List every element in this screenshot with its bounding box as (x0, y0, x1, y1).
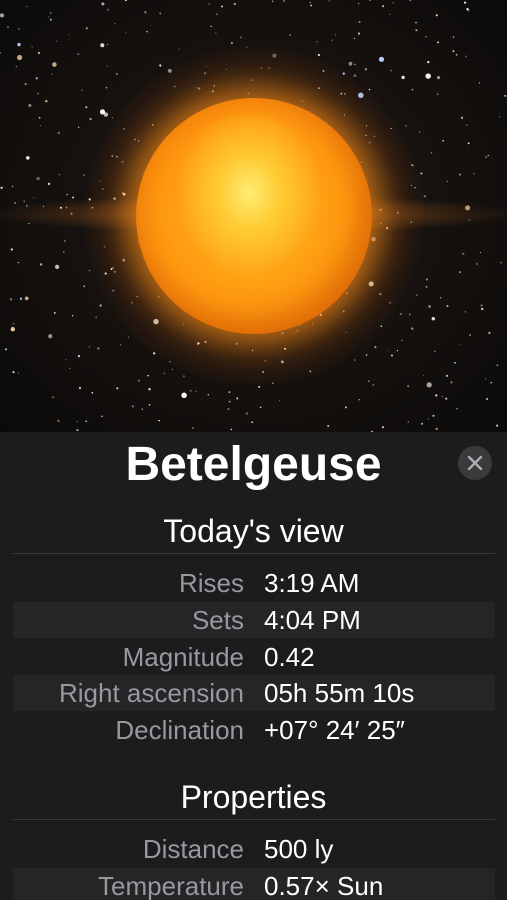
info-row-magnitude: Magnitude 0.42 (13, 639, 495, 675)
info-row-rises: Rises 3:19 AM (13, 565, 495, 601)
info-row-declination: Declination +07° 24′ 25″ (13, 712, 495, 748)
star-image (0, 0, 507, 432)
properties-heading: Properties (180, 779, 327, 815)
row-label: Temperature (98, 871, 244, 900)
row-label: Rises (178, 568, 244, 598)
info-row-right-ascension: Right ascension 05h 55m 10s (13, 675, 495, 711)
close-button[interactable] (458, 446, 492, 480)
star-sphere (136, 98, 372, 334)
star-detail-screen: Betelgeuse Today's view Rises 3:19 AM Se… (0, 0, 507, 900)
row-label: Declination (115, 715, 244, 745)
row-value: 05h 55m 10s (264, 678, 415, 708)
row-label: Distance (142, 834, 244, 864)
info-row-distance: Distance 500 ly (13, 831, 495, 867)
row-value: 3:19 AM (264, 568, 360, 598)
todays-view-heading: Today's view (163, 513, 344, 549)
row-label: Magnitude (122, 642, 244, 672)
info-row-temperature: Temperature 0.57× Sun (13, 868, 495, 900)
star-name-title: Betelgeuse (125, 438, 382, 491)
close-icon (467, 455, 483, 471)
row-value: 4:04 PM (264, 605, 361, 635)
row-label: Sets (191, 605, 244, 635)
row-value: 500 ly (264, 834, 334, 864)
section-divider (13, 553, 495, 554)
row-value: 0.57× Sun (264, 871, 384, 900)
row-value: 0.42 (264, 642, 315, 672)
section-divider (13, 819, 495, 820)
info-row-sets: Sets 4:04 PM (13, 602, 495, 638)
row-value: +07° 24′ 25″ (264, 715, 405, 745)
row-label: Right ascension (59, 678, 244, 708)
